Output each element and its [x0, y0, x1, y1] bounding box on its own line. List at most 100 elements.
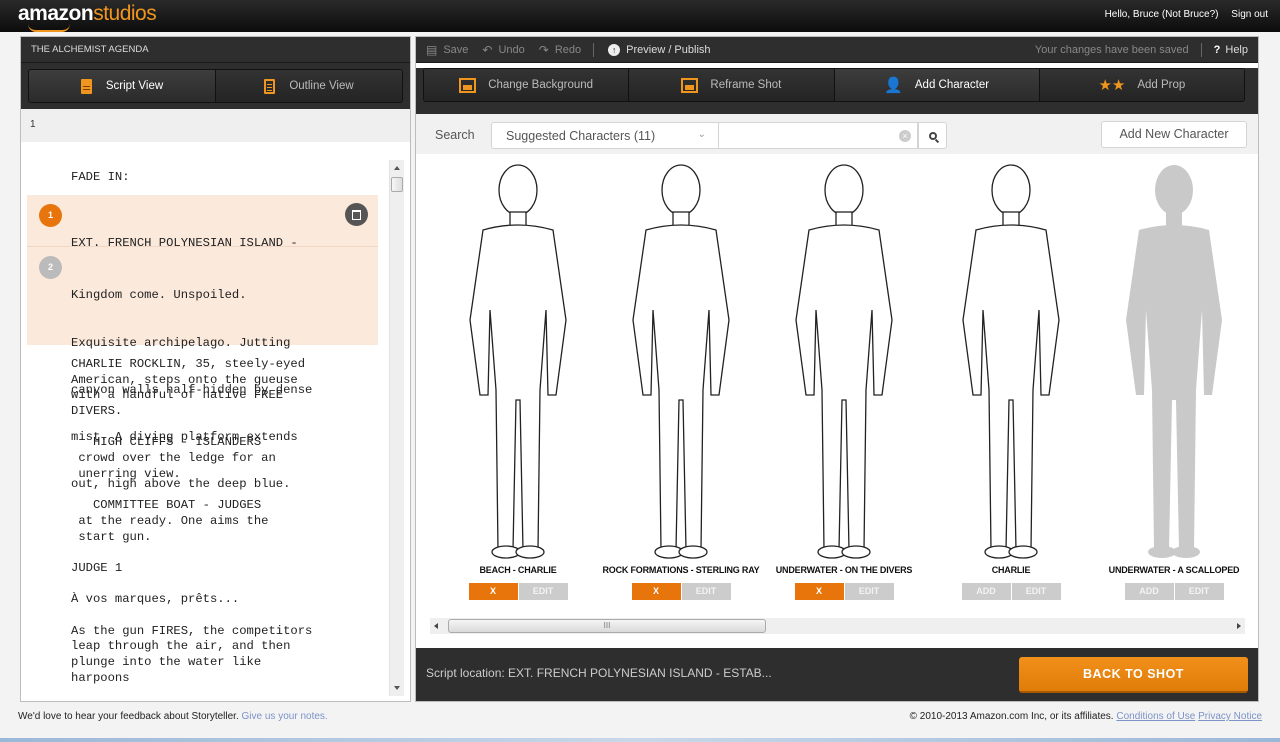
search-button[interactable] [918, 122, 947, 149]
script-line: crowd over the ledge for an [71, 451, 276, 466]
script-document-icon [80, 78, 92, 94]
shot-editor-panel: ▤ Save ↶ Undo ↷ Redo ↑ Preview / Publish You… [415, 36, 1259, 702]
save-button[interactable]: ▤ Save [426, 43, 468, 57]
script-line: start gun. [71, 529, 152, 544]
tab-add-character[interactable]: 👤 Add Character [833, 69, 1039, 101]
add-character-button[interactable]: ADD [1124, 583, 1174, 600]
undo-arrow-icon: ↶ [482, 42, 493, 57]
feedback-footer: We'd love to hear your feedback about St… [18, 711, 328, 722]
script-line: American, steps onto the gueuse [71, 372, 298, 387]
sign-out-link[interactable]: Sign out [1231, 9, 1268, 20]
taskbar-edge [0, 738, 1280, 742]
editor-toolbar: ▤ Save ↶ Undo ↷ Redo ↑ Preview / Publish You… [416, 37, 1258, 63]
shot-tabs-container: Change Background Reframe Shot 👤 Add Cha… [416, 68, 1258, 114]
script-body: CHARLIE ROCKLIN, 35, steely-eyed American… [21, 357, 312, 686]
script-line: COMMITTEE BOAT - JUDGES [71, 498, 262, 513]
script-text[interactable]: FADE IN: 1 EXT. FRENCH POLYNESIAN ISLAND… [21, 142, 397, 701]
search-label: Search [435, 128, 475, 142]
scroll-right-icon[interactable] [1237, 623, 1241, 629]
conditions-link[interactable]: Conditions of Use [1116, 711, 1195, 722]
scene-block-2[interactable]: 2 Kingdom come. Unspoiled. Exquisite arc… [27, 247, 378, 491]
scroll-left-icon[interactable] [434, 623, 438, 629]
remove-character-button[interactable]: X [794, 583, 844, 600]
character-filter-select[interactable]: Suggested Characters (11) ⌄ [491, 122, 719, 149]
scroll-up-icon[interactable] [394, 166, 400, 170]
delete-shot-button[interactable] [345, 203, 368, 226]
script-line: unerring view. [71, 466, 181, 481]
script-location: Script location: EXT. FRENCH POLYNESIAN … [426, 666, 772, 680]
character-name: BEACH - CHARLIE [479, 565, 557, 575]
script-line: leap through the air, and then [71, 639, 291, 654]
edit-character-button[interactable]: EDIT [1174, 583, 1224, 600]
character-actions: ADD EDIT [921, 583, 1101, 600]
character-actions: ADD EDIT [1084, 583, 1264, 600]
script-line: HIGH CLIFFS - ISLANDERS [71, 435, 262, 450]
remove-character-button[interactable]: X [468, 583, 518, 600]
scroll-thumb[interactable] [391, 177, 403, 192]
redo-button[interactable]: ↷ Redo [539, 43, 581, 57]
character-search-bar: Search Suggested Characters (11) ⌄ × Add… [416, 114, 1258, 154]
trash-icon [352, 209, 361, 220]
script-line [21, 483, 312, 499]
tab-change-background[interactable]: Change Background [424, 69, 629, 101]
remove-character-button[interactable]: X [631, 583, 681, 600]
character-card[interactable]: UNDERWATER - ON THE DIVERS X EDIT [754, 150, 934, 610]
script-panel-header: THE ALCHEMIST AGENDA Script View Outline… [21, 37, 410, 109]
character-card[interactable]: ROCK FORMATIONS - STERLING RAY X EDIT [591, 150, 771, 610]
character-card[interactable]: BEACH - CHARLIE X EDIT [428, 150, 608, 610]
scroll-thumb[interactable]: III [448, 619, 766, 633]
script-line [21, 608, 312, 624]
greeting-link[interactable]: Hello, Bruce (Not Bruce?) [1105, 9, 1219, 20]
feedback-link[interactable]: Give us your notes. [242, 711, 328, 722]
character-name: ROCK FORMATIONS - STERLING RAY [602, 565, 760, 575]
chevron-down-icon: ⌄ [697, 129, 706, 140]
edit-character-button[interactable]: EDIT [681, 583, 731, 600]
legal-footer: © 2010-2013 Amazon.com Inc, or its affil… [909, 711, 1262, 722]
character-name: UNDERWATER - ON THE DIVERS [775, 565, 913, 575]
script-line: CHARLIE ROCKLIN, 35, steely-eyed [71, 357, 306, 371]
script-line: at the ready. One aims the [71, 513, 269, 528]
search-input[interactable]: × [718, 122, 918, 149]
character-name: CHARLIE [991, 565, 1031, 575]
view-tabs: Script View Outline View [28, 69, 403, 103]
script-line: with a handful of native FREE [71, 388, 284, 403]
tab-outline-view[interactable]: Outline View [215, 70, 402, 102]
edit-character-button[interactable]: EDIT [844, 583, 894, 600]
help-button[interactable]: ? Help [1214, 44, 1248, 56]
character-carousel: BEACH - CHARLIE X EDIT ROCK FORMATIONS -… [416, 150, 1258, 600]
stars-icon: ★★ [1098, 77, 1126, 94]
tab-add-prop[interactable]: ★★ Add Prop [1038, 69, 1244, 101]
undo-button[interactable]: ↶ Undo [482, 43, 524, 57]
carousel-scrollbar[interactable]: III [430, 618, 1245, 634]
privacy-link[interactable]: Privacy Notice [1198, 711, 1262, 722]
character-actions: X EDIT [428, 583, 608, 600]
add-new-character-button[interactable]: Add New Character [1101, 121, 1247, 148]
fade-in-line: FADE IN: [71, 170, 130, 184]
toolbar-divider [1200, 42, 1202, 57]
scene-number-badge: 1 [39, 204, 62, 227]
scene-number-badge: 2 [39, 256, 62, 279]
script-panel: THE ALCHEMIST AGENDA Script View Outline… [20, 36, 411, 702]
people-icon: 👤 [884, 77, 903, 94]
edit-character-button[interactable]: EDIT [518, 583, 568, 600]
preview-publish-button[interactable]: ↑ Preview / Publish [608, 43, 711, 56]
edit-character-button[interactable]: EDIT [1011, 583, 1061, 600]
back-to-shot-button[interactable]: BACK TO SHOT [1019, 657, 1248, 693]
add-character-button[interactable]: ADD [961, 583, 1011, 600]
character-card[interactable]: CHARLIE ADD EDIT [921, 150, 1101, 610]
clear-icon[interactable]: × [899, 130, 911, 142]
character-actions: X EDIT [754, 583, 934, 600]
script-line: plunge into the water like [71, 655, 262, 670]
amazon-smile-icon [28, 24, 70, 32]
script-line: harpoons [71, 670, 130, 685]
script-line: À vos marques, prêts... [71, 592, 240, 607]
amazon-studios-logo[interactable]: amazonstudios [18, 2, 157, 32]
tab-reframe-shot[interactable]: Reframe Shot [628, 69, 834, 101]
redo-arrow-icon: ↷ [538, 42, 549, 57]
frame-person-icon [681, 77, 699, 93]
tab-script-view[interactable]: Script View [29, 70, 215, 102]
character-card[interactable]: UNDERWATER - A SCALLOPED ADD EDIT [1084, 150, 1264, 610]
scene-block-1[interactable]: 1 EXT. FRENCH POLYNESIAN ISLAND - ESTABL… [27, 195, 378, 298]
scroll-down-icon[interactable] [394, 686, 400, 690]
script-scrollbar[interactable] [389, 160, 404, 696]
